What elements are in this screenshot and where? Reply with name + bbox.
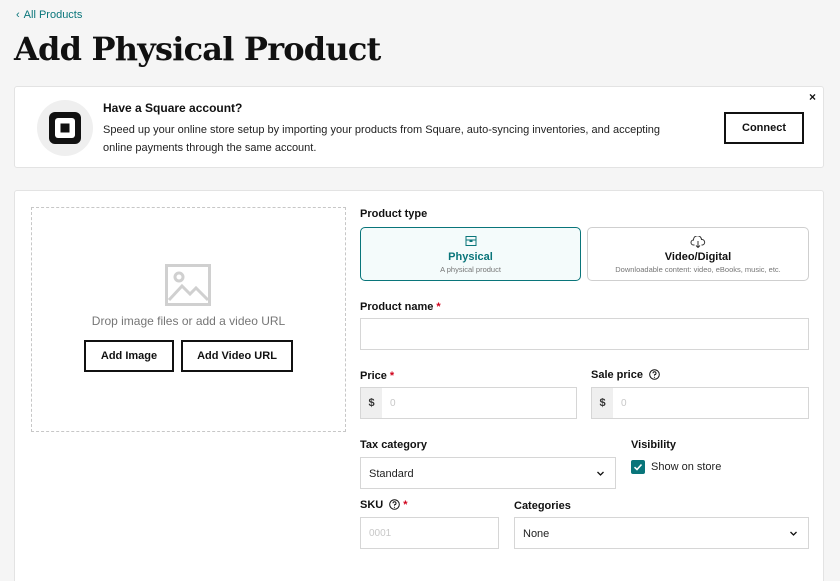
sale-price-input[interactable]: [613, 388, 808, 418]
categories-select[interactable]: None: [514, 517, 809, 549]
sale-price-label-text: Sale price: [591, 369, 643, 381]
price-input[interactable]: [382, 388, 576, 418]
product-name-label: Product name *: [360, 301, 441, 313]
chevron-down-icon: [790, 531, 797, 536]
add-video-url-button[interactable]: Add Video URL: [181, 340, 293, 372]
visibility-label: Visibility: [631, 439, 677, 451]
back-link-label: All Products: [23, 9, 83, 21]
categories-value: None: [523, 528, 550, 540]
required-mark: *: [436, 301, 441, 313]
product-type-video-digital[interactable]: Video/Digital Downloadable content: vide…: [587, 227, 809, 281]
add-image-button[interactable]: Add Image: [84, 340, 174, 372]
sale-price-label: Sale price: [591, 369, 660, 381]
sku-field[interactable]: [360, 517, 499, 549]
back-to-all-products-link[interactable]: ‹ All Products: [16, 9, 82, 21]
required-mark: *: [389, 370, 395, 382]
sale-price-field[interactable]: $: [591, 387, 809, 419]
tax-category-value: Standard: [369, 468, 414, 480]
help-circle-icon[interactable]: [649, 369, 660, 380]
banner-title: Have a Square account?: [103, 101, 243, 115]
product-type-physical[interactable]: Physical A physical product: [360, 227, 581, 281]
product-type-desc: Downloadable content: video, eBooks, mus…: [615, 265, 781, 274]
product-name-label-text: Product name: [360, 301, 434, 313]
close-icon[interactable]: ×: [809, 90, 816, 104]
product-name-input[interactable]: [361, 319, 808, 349]
chevron-down-icon: [597, 471, 604, 476]
product-form-card: Drop image files or add a video URL Add …: [14, 190, 824, 581]
help-circle-icon[interactable]: [389, 499, 401, 510]
sku-input[interactable]: [361, 518, 498, 548]
checkmark-icon: [633, 463, 643, 471]
cloud-download-icon: [690, 236, 706, 248]
product-type-name: Video/Digital: [664, 251, 732, 263]
media-dropzone[interactable]: Drop image files or add a video URL Add …: [31, 207, 346, 432]
currency-symbol: $: [592, 388, 613, 418]
product-type-desc: A physical product: [440, 265, 501, 274]
show-on-store-checkbox[interactable]: Show on store: [631, 460, 721, 474]
page-title: Add Physical Product: [14, 30, 381, 68]
required-mark: *: [403, 499, 408, 511]
product-type-label: Product type: [360, 208, 428, 220]
sku-label-text: SKU: [360, 499, 384, 511]
price-label: Price *: [360, 370, 394, 382]
box-icon: [465, 236, 476, 246]
categories-label: Categories: [514, 500, 571, 512]
sku-label: SKU *: [360, 499, 408, 511]
square-banner: Have a Square account? Speed up your onl…: [14, 86, 824, 168]
product-type-name: Physical: [448, 251, 493, 263]
dropzone-text: Drop image files or add a video URL: [91, 314, 286, 328]
connect-button[interactable]: Connect: [724, 112, 804, 144]
price-label-text: Price: [360, 370, 387, 382]
checkbox-checked-icon[interactable]: [631, 460, 645, 474]
chevron-left-icon: ‹: [16, 8, 20, 21]
currency-symbol: $: [361, 388, 382, 418]
show-on-store-label: Show on store: [651, 461, 722, 473]
square-logo: [37, 100, 93, 156]
tax-category-label: Tax category: [360, 439, 428, 451]
tax-category-select[interactable]: Standard: [360, 457, 616, 489]
image-placeholder-icon: [165, 264, 211, 306]
square-logo-icon: [49, 112, 81, 144]
banner-text: Speed up your online store setup by impo…: [103, 124, 661, 154]
price-field[interactable]: $: [360, 387, 577, 419]
product-name-field[interactable]: [360, 318, 809, 350]
